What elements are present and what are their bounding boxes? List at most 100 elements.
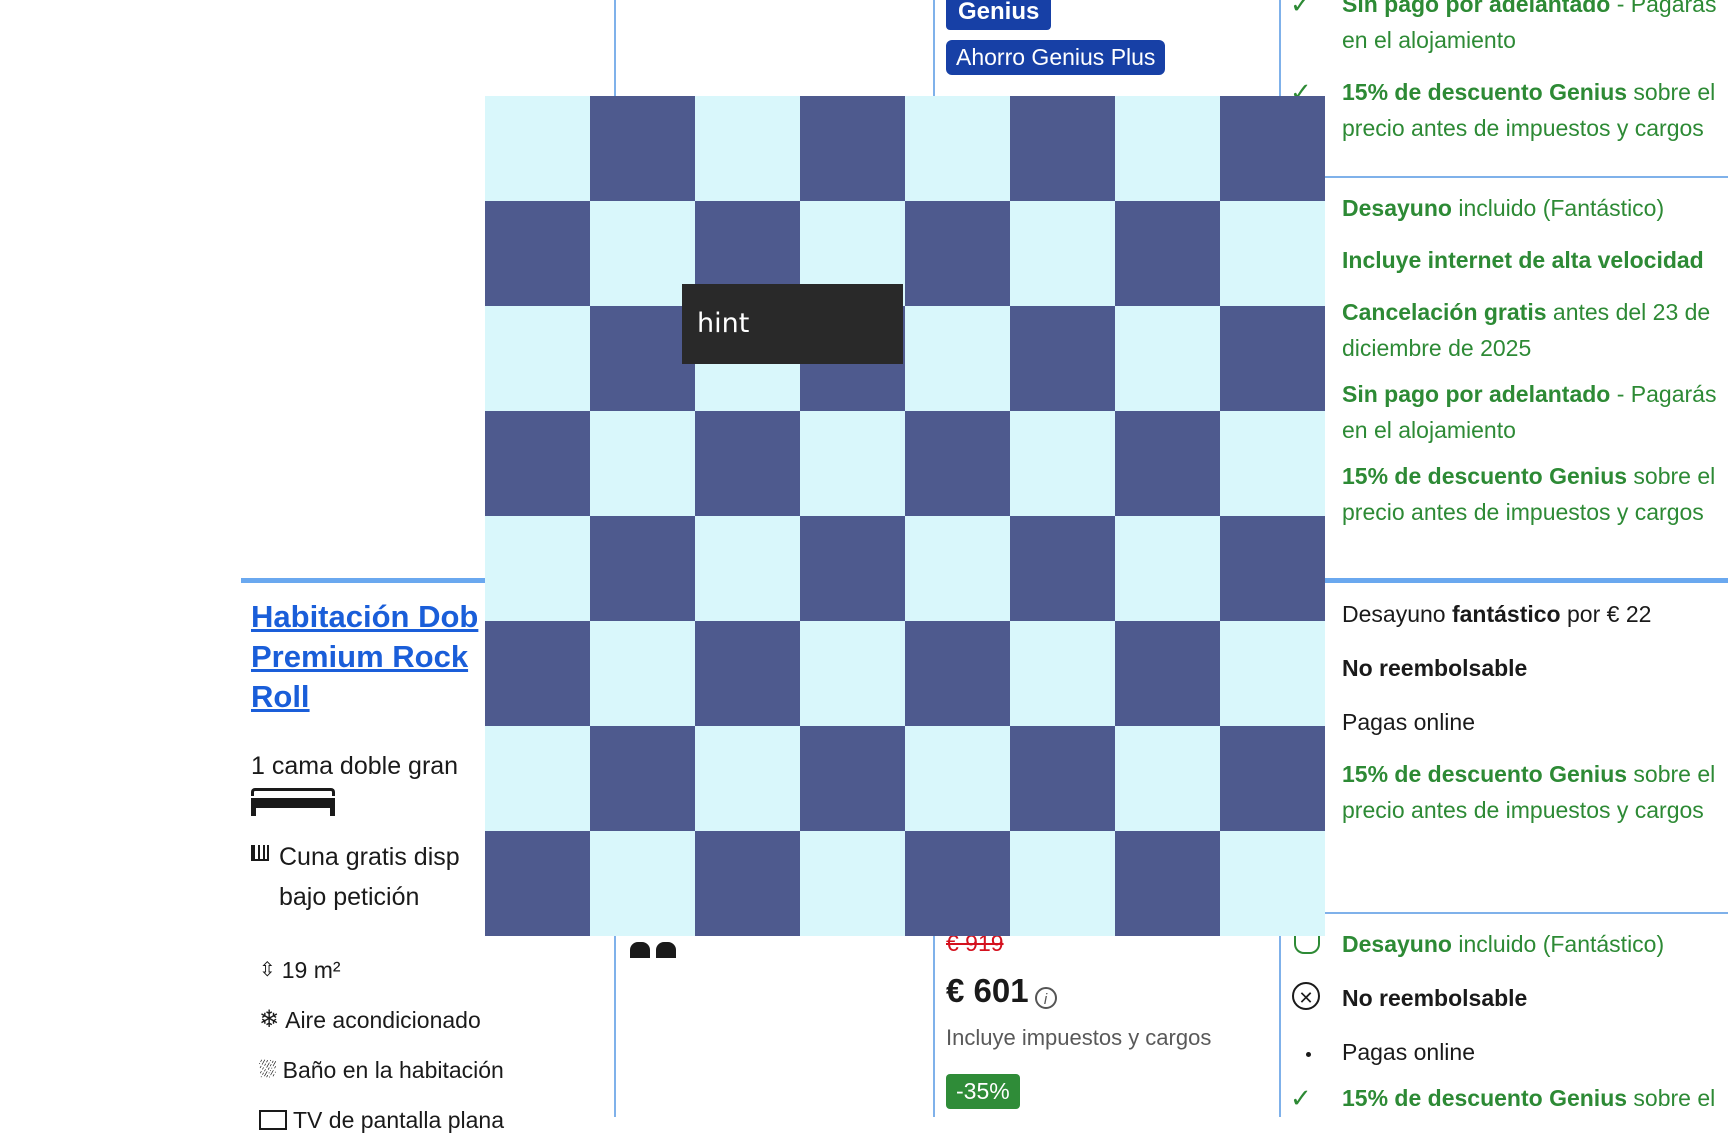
crib-icon [251, 845, 269, 861]
checker-cell[interactable] [485, 411, 590, 516]
pay-online-label: Pagas online [1342, 1039, 1475, 1065]
tax-note: Incluye impuestos y cargos [946, 1025, 1212, 1050]
checker-cell[interactable] [905, 516, 1010, 621]
genius-plus-badge: Ahorro Genius Plus [946, 40, 1166, 75]
checker-cell[interactable] [1010, 516, 1115, 621]
tv-icon [259, 1110, 287, 1130]
checker-cell[interactable] [1220, 306, 1325, 411]
checker-cell[interactable] [590, 411, 695, 516]
checker-cell[interactable] [1010, 306, 1115, 411]
checker-cell[interactable] [1220, 96, 1325, 201]
nonrefundable-label: No reembolsable [1342, 985, 1528, 1011]
no-prepayment-label: Sin pago por adelantado [1342, 0, 1611, 17]
checker-cell[interactable] [1220, 726, 1325, 831]
checker-cell[interactable] [1115, 96, 1220, 201]
room-title-line2[interactable]: Premium Rock [251, 637, 478, 677]
checker-cell[interactable] [1115, 306, 1220, 411]
checker-cell[interactable] [695, 96, 800, 201]
checker-cell[interactable] [590, 516, 695, 621]
checker-cell[interactable] [1115, 726, 1220, 831]
checker-cell[interactable] [1010, 201, 1115, 306]
checker-cell[interactable] [695, 411, 800, 516]
checker-cell[interactable] [905, 306, 1010, 411]
checker-cell[interactable] [1115, 201, 1220, 306]
checker-cell[interactable] [1115, 831, 1220, 936]
genius-discount-line2: precio antes de impuestos y cargos [1342, 797, 1704, 823]
checker-cell[interactable] [905, 726, 1010, 831]
crib-info-line1: Cuna gratis disp [279, 843, 460, 871]
checker-cell[interactable] [1010, 411, 1115, 516]
genius-discount-label: 15% de descuento Genius [1342, 1085, 1628, 1111]
internet-label: Incluye internet de alta velocidad [1342, 247, 1704, 273]
checker-cell[interactable] [485, 726, 590, 831]
checker-cell[interactable] [485, 201, 590, 306]
checker-cell[interactable] [1010, 96, 1115, 201]
conditions-block-1: ✓ Sin pago por adelantado - Pagarás en e… [1290, 0, 1716, 146]
no-prepayment-rest: - Pagarás [1610, 0, 1717, 17]
conditions-block-2: Desayuno incluido (Fantástico) Incluye i… [1342, 190, 1716, 530]
room-title-line3[interactable]: Roll [251, 677, 478, 717]
checkerboard-overlay[interactable] [485, 96, 1325, 936]
checker-cell[interactable] [1010, 621, 1115, 726]
current-price: € 601 [946, 972, 1029, 1009]
checker-cell[interactable] [590, 726, 695, 831]
checker-cell[interactable] [590, 306, 695, 411]
breakfast-rest: incluido (Fantástico) [1451, 931, 1665, 957]
checker-cell[interactable] [800, 96, 905, 201]
amenity-ac: ❄ Aire acondicionado [259, 1005, 481, 1035]
checker-cell[interactable] [905, 411, 1010, 516]
checker-cell[interactable] [1010, 726, 1115, 831]
checker-cell[interactable] [905, 621, 1010, 726]
checker-cell[interactable] [905, 96, 1010, 201]
checker-cell[interactable] [695, 726, 800, 831]
checker-cell[interactable] [800, 726, 905, 831]
hint-tooltip: hint [682, 284, 903, 364]
breakfast-label: Desayuno [1342, 931, 1452, 957]
breakfast-pre: Desayuno [1342, 601, 1452, 627]
checker-cell[interactable] [485, 621, 590, 726]
checker-cell[interactable] [800, 411, 905, 516]
checker-cell[interactable] [695, 831, 800, 936]
checker-cell[interactable] [485, 96, 590, 201]
genius-discount-line2: precio antes de impuestos y cargos [1342, 499, 1704, 525]
checker-cell[interactable] [590, 96, 695, 201]
genius-discount-rest: sobre el [1627, 761, 1716, 787]
checker-cell[interactable] [485, 831, 590, 936]
checker-cell[interactable] [905, 201, 1010, 306]
checker-cell[interactable] [1220, 831, 1325, 936]
no-prepayment-rest: - Pagarás [1610, 381, 1717, 407]
double-bed-icon [251, 788, 335, 816]
checker-cell[interactable] [1115, 621, 1220, 726]
checker-cell[interactable] [1115, 411, 1220, 516]
checker-cell[interactable] [1220, 411, 1325, 516]
checker-cell[interactable] [1220, 621, 1325, 726]
checker-cell[interactable] [485, 306, 590, 411]
checker-cell[interactable] [1220, 201, 1325, 306]
checker-cell[interactable] [905, 831, 1010, 936]
genius-badge: Genius [946, 0, 1052, 30]
checker-cell[interactable] [590, 831, 695, 936]
bullet-icon [1306, 1052, 1311, 1057]
checker-cell[interactable] [695, 516, 800, 621]
checker-cell[interactable] [590, 621, 695, 726]
amenity-tv-label: TV de pantalla plana [293, 1107, 504, 1133]
room-title-link[interactable]: Habitación Dob Premium Rock Roll [251, 597, 478, 717]
conditions-block-3: Desayuno fantástico por € 22 No reembols… [1342, 596, 1715, 828]
checker-cell[interactable] [1010, 831, 1115, 936]
breakfast-quality: fantástico [1451, 601, 1561, 627]
genius-discount-rest: sobre el [1627, 463, 1716, 489]
nonrefundable-label: No reembolsable [1342, 655, 1528, 681]
genius-discount-line2: precio antes de impuestos y cargos [1342, 115, 1704, 141]
checker-cell[interactable] [695, 621, 800, 726]
checker-cell[interactable] [485, 516, 590, 621]
checker-cell[interactable] [800, 516, 905, 621]
room-title-line1[interactable]: Habitación Dob [251, 597, 478, 637]
checker-cell[interactable] [800, 621, 905, 726]
shower-icon: ⛆ [259, 1057, 277, 1082]
checker-cell[interactable] [800, 831, 905, 936]
amenity-bathroom-label: Baño en la habitación [282, 1057, 504, 1083]
checker-cell[interactable] [1220, 516, 1325, 621]
checker-cell[interactable] [1115, 516, 1220, 621]
checker-cell[interactable] [590, 201, 695, 306]
info-icon[interactable]: i [1034, 986, 1057, 1009]
